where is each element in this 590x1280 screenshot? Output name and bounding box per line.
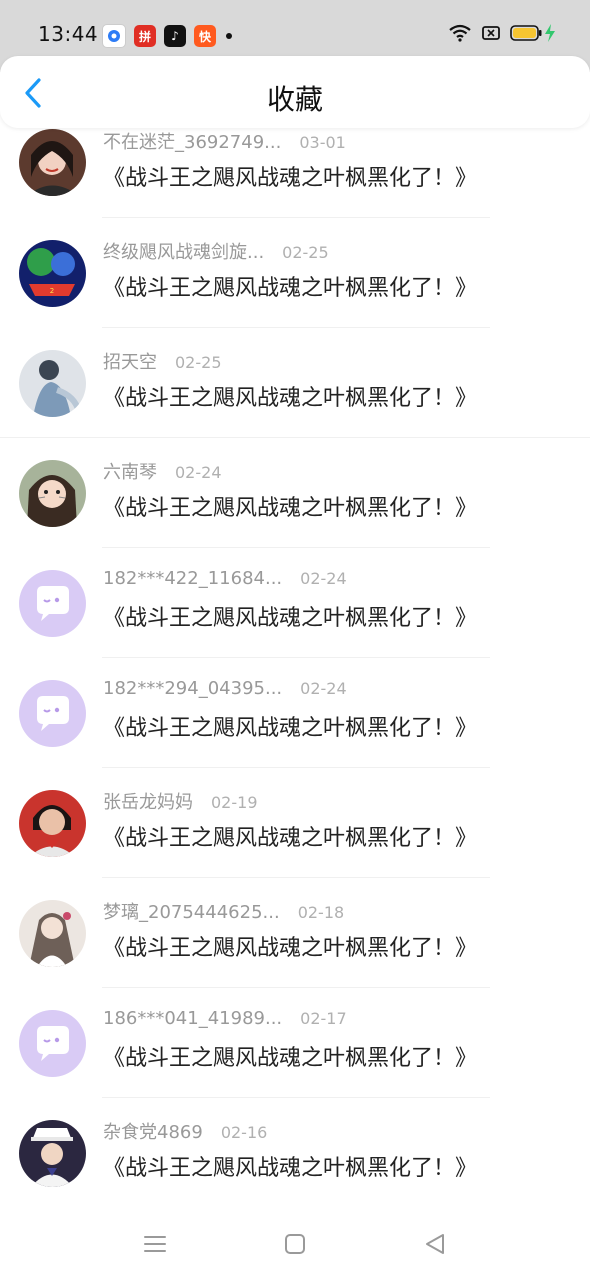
chat-bubble-icon xyxy=(19,680,86,747)
item-title[interactable]: 《战斗王之飓风战魂之叶枫黑化了！》 xyxy=(103,1150,477,1182)
chat-bubble-icon xyxy=(19,570,86,637)
date: 02-25 xyxy=(175,353,222,372)
default-avatar[interactable] xyxy=(19,1010,86,1077)
item-title[interactable]: 《战斗王之飓风战魂之叶枫黑化了！》 xyxy=(103,600,477,632)
list-item[interactable]: 182***294_04395... 02-24 《战斗王之飓风战魂之叶枫黑化了！… xyxy=(0,658,590,768)
item-title[interactable]: 《战斗王之飓风战魂之叶枫黑化了！》 xyxy=(103,160,477,192)
avatar[interactable] xyxy=(19,790,86,857)
item-title[interactable]: 《战斗王之飓风战魂之叶枫黑化了！》 xyxy=(103,270,477,302)
back-nav-button[interactable] xyxy=(421,1230,449,1258)
battery-icon xyxy=(510,25,542,41)
list-item[interactable]: 不在迷茫_3692749... 03-01 《战斗王之飓风战魂之叶枫黑化了！》 xyxy=(0,128,590,218)
back-icon xyxy=(426,1234,444,1254)
menu-button[interactable] xyxy=(141,1230,169,1258)
default-avatar[interactable] xyxy=(19,680,86,747)
item-title[interactable]: 《战斗王之飓风战魂之叶枫黑化了！》 xyxy=(103,930,477,962)
username[interactable]: 招天空 xyxy=(103,352,157,373)
item-meta: 六南琴 02-24 xyxy=(103,458,222,484)
avatar[interactable] xyxy=(19,900,86,967)
wifi-icon xyxy=(449,24,471,42)
list-item[interactable]: 六南琴 02-24 《战斗王之飓风战魂之叶枫黑化了！》 xyxy=(0,438,590,548)
avatar[interactable] xyxy=(19,1120,86,1187)
list-item[interactable]: 梦璃_2075444625... 02-18 《战斗王之飓风战魂之叶枫黑化了！》 xyxy=(0,878,590,988)
favorites-list[interactable]: 不在迷茫_3692749... 03-01 《战斗王之飓风战魂之叶枫黑化了！》 2… xyxy=(0,128,590,1208)
item-meta: 招天空 02-25 xyxy=(103,348,222,374)
menu-icon xyxy=(144,1236,166,1252)
item-title[interactable]: 《战斗王之飓风战魂之叶枫黑化了！》 xyxy=(103,820,477,852)
item-meta: 不在迷茫_3692749... 03-01 xyxy=(103,128,346,154)
username[interactable]: 182***422_11684... xyxy=(103,568,282,589)
username[interactable]: 186***041_41989... xyxy=(103,1008,282,1029)
list-item[interactable]: 186***041_41989... 02-17 《战斗王之飓风战魂之叶枫黑化了！… xyxy=(0,988,590,1098)
username[interactable]: 终级飓风战魂剑旋... xyxy=(103,242,264,263)
default-avatar[interactable] xyxy=(19,570,86,637)
avatar[interactable]: 2 xyxy=(19,240,86,307)
tiktok-icon: ♪ xyxy=(164,25,186,47)
item-meta: 182***294_04395... 02-24 xyxy=(103,678,347,699)
date: 03-01 xyxy=(299,133,346,152)
list-item[interactable]: 招天空 02-25 《战斗王之飓风战魂之叶枫黑化了！》 xyxy=(0,328,590,438)
item-title[interactable]: 《战斗王之飓风战魂之叶枫黑化了！》 xyxy=(103,490,477,522)
home-button[interactable] xyxy=(281,1230,309,1258)
item-meta: 182***422_11684... 02-24 xyxy=(103,568,347,589)
page-header: 收藏 xyxy=(0,56,590,128)
system-nav-bar xyxy=(0,1208,590,1280)
chat-bubble-icon xyxy=(19,1010,86,1077)
page-title: 收藏 xyxy=(266,83,323,116)
avatar[interactable] xyxy=(19,350,86,417)
item-meta: 梦璃_2075444625... 02-18 xyxy=(103,898,344,924)
list-item[interactable]: 杂食党4869 02-16 《战斗王之飓风战魂之叶枫黑化了！》 xyxy=(0,1098,590,1208)
date: 02-19 xyxy=(211,793,258,812)
date: 02-18 xyxy=(297,903,345,922)
item-meta: 186***041_41989... 02-17 xyxy=(103,1008,347,1029)
date: 02-24 xyxy=(175,463,222,482)
date: 02-25 xyxy=(282,243,329,262)
svg-text:2: 2 xyxy=(50,287,54,295)
baidu-icon xyxy=(102,24,126,48)
pinduoduo-icon: 拼 xyxy=(134,25,156,47)
avatar[interactable] xyxy=(19,129,86,196)
item-title[interactable]: 《战斗王之飓风战魂之叶枫黑化了！》 xyxy=(103,380,477,412)
more-notifications-dot xyxy=(226,33,232,39)
kuaishou-icon: 快 xyxy=(194,25,216,47)
status-time: 13:44 xyxy=(38,22,99,46)
list-item[interactable]: 2 终级飓风战魂剑旋... 02-25 《战斗王之飓风战魂之叶枫黑化了！》 xyxy=(0,218,590,328)
username[interactable]: 不在迷茫_3692749... xyxy=(103,132,281,153)
username[interactable]: 182***294_04395... xyxy=(103,678,282,699)
date: 02-16 xyxy=(220,1123,268,1142)
item-title[interactable]: 《战斗王之飓风战魂之叶枫黑化了！》 xyxy=(103,1040,477,1072)
username[interactable]: 六南琴 xyxy=(103,462,157,483)
item-title[interactable]: 《战斗王之飓风战魂之叶枫黑化了！》 xyxy=(103,710,477,742)
item-meta: 终级飓风战魂剑旋... 02-25 xyxy=(103,238,329,264)
date: 02-17 xyxy=(300,1009,347,1028)
status-right xyxy=(448,24,556,42)
username[interactable]: 梦璃_2075444625... xyxy=(103,902,280,923)
date: 02-24 xyxy=(300,679,347,698)
item-meta: 张岳龙妈妈 02-19 xyxy=(103,788,258,814)
list-item[interactable]: 张岳龙妈妈 02-19 《战斗王之飓风战魂之叶枫黑化了！》 xyxy=(0,768,590,878)
list-item[interactable]: 182***422_11684... 02-24 《战斗王之飓风战魂之叶枫黑化了！… xyxy=(0,548,590,658)
charging-icon xyxy=(545,24,555,42)
notification-icons: 拼 ♪ 快 xyxy=(102,24,232,48)
item-meta: 杂食党4869 02-16 xyxy=(103,1118,267,1144)
username[interactable]: 杂食党4869 xyxy=(103,1122,203,1143)
home-icon xyxy=(285,1234,305,1254)
avatar[interactable] xyxy=(19,460,86,527)
sim-icon xyxy=(482,26,500,40)
date: 02-24 xyxy=(300,569,347,588)
username[interactable]: 张岳龙妈妈 xyxy=(103,792,193,813)
